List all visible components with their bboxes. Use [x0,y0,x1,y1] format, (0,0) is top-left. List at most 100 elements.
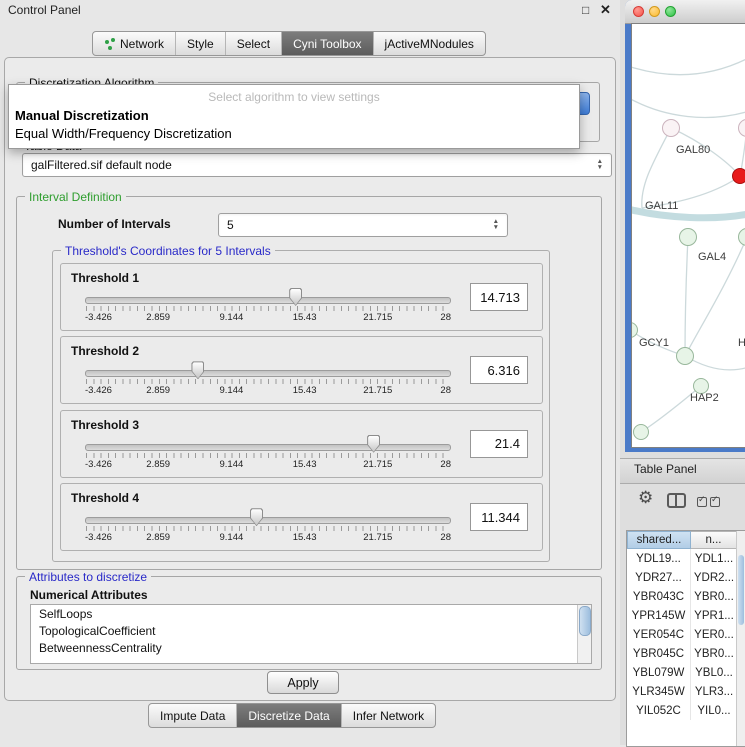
table-cell[interactable]: YBL0... [691,663,737,682]
threshold-value-field[interactable]: 11.344 [470,503,528,531]
table-row[interactable]: YBR045CYBR0... [627,644,737,663]
table-cell[interactable]: YLR345W [627,682,691,701]
slider-track[interactable] [85,297,451,304]
threshold-value-field[interactable]: 14.713 [470,283,528,311]
table-cell[interactable]: YBR045C [627,644,691,663]
network-node[interactable] [679,228,697,246]
minimize-button[interactable] [649,6,660,17]
table-cell[interactable]: YER0... [691,625,737,644]
table-cell[interactable]: YER054C [627,625,691,644]
slider-track[interactable] [85,517,451,524]
table-row[interactable]: YER054CYER0... [627,625,737,644]
scale-label: -3.426 [85,532,112,543]
tab-style[interactable]: Style [175,32,225,55]
column-header[interactable]: n... [691,531,737,549]
gear-icon[interactable] [638,488,653,508]
network-node[interactable] [662,119,680,137]
scale-label: 28 [440,385,451,396]
table-cell[interactable]: YBL079W [627,663,691,682]
table-row[interactable]: YDL19...YDL1... [627,549,737,568]
scale-label: 28 [440,312,451,323]
tab-network[interactable]: Network [93,32,175,55]
popup-option[interactable]: Equal Width/Frequency Discretization [9,125,579,143]
table-cell[interactable]: YPR145W [627,606,691,625]
table-cell[interactable]: YLR3... [691,682,737,701]
tab-jactivemnodules[interactable]: jActiveMNodules [373,32,485,55]
close-icon[interactable]: ✕ [600,2,611,18]
scale-label: 9.144 [220,532,244,543]
zoom-button[interactable] [665,6,676,17]
scale-label: 2.859 [146,532,170,543]
scrollbar-thumb[interactable] [738,555,744,625]
threshold-slider[interactable]: -3.4262.8599.14415.4321.71528 [85,441,451,473]
table-cell[interactable]: YBR0... [691,587,737,606]
list-item[interactable]: BetweennessCentrality [31,639,591,656]
list-scrollbar[interactable] [577,605,591,663]
checkbox-icon[interactable] [710,497,720,507]
table-cell[interactable]: YDR2... [691,568,737,587]
network-node-label: GAL11 [645,200,678,212]
apply-button[interactable]: Apply [267,671,339,694]
table-cell[interactable]: YDL19... [627,549,691,568]
threshold-value-field[interactable]: 21.4 [470,430,528,458]
scale-label: 21.715 [363,532,392,543]
network-canvas[interactable]: GAL80GAL11GAL4GCY1HHAP2 [631,23,745,448]
table-cell[interactable]: YIL0... [691,701,737,720]
network-node[interactable] [676,347,694,365]
table-data-value: galFiltered.sif default node [31,158,172,172]
slider-ticks [86,453,450,458]
network-node-label: GCY1 [639,337,669,349]
scale-label: 2.859 [146,312,170,323]
column-selector-icon[interactable] [667,493,686,508]
table-row[interactable]: YBL079WYBL0... [627,663,737,682]
table-header: shared...n... [627,531,737,549]
threshold-slider[interactable]: -3.4262.8599.14415.4321.71528 [85,514,451,546]
tab-impute-data[interactable]: Impute Data [149,704,236,727]
scale-label: 2.859 [146,385,170,396]
network-node-label: GAL4 [698,251,726,263]
table-data-combo[interactable]: galFiltered.sif default node [22,153,612,177]
number-of-intervals-combo[interactable]: 5 [218,213,508,237]
threshold-value-field[interactable]: 6.316 [470,356,528,384]
table-row[interactable]: YDR27...YDR2... [627,568,737,587]
threshold-slider[interactable]: -3.4262.8599.14415.4321.71528 [85,294,451,326]
table-row[interactable]: YBR043CYBR0... [627,587,737,606]
number-of-intervals-label: Number of Intervals [58,217,171,231]
float-window-icon[interactable]: □ [582,3,589,17]
scale-label: 15.43 [293,532,317,543]
tab-label: Style [187,37,214,51]
table-cell[interactable]: YBR043C [627,587,691,606]
tab-label: Network [120,37,164,51]
scrollbar-thumb[interactable] [579,606,591,636]
network-node[interactable] [633,424,649,440]
column-header[interactable]: shared... [627,531,691,549]
tab-infer-network[interactable]: Infer Network [341,704,435,727]
tab-label: Discretize Data [248,709,329,723]
table-cell[interactable]: YIL052C [627,701,691,720]
table-cell[interactable]: YBR0... [691,644,737,663]
table-cell[interactable]: YDR27... [627,568,691,587]
list-item[interactable]: SelfLoops [31,605,591,622]
threshold-label: Threshold 2 [71,344,139,358]
table-cell[interactable]: YDL1... [691,549,737,568]
slider-track[interactable] [85,444,451,451]
slider-track[interactable] [85,370,451,377]
table-row[interactable]: YPR145WYPR1... [627,606,737,625]
window-title: Control Panel [8,3,81,17]
close-button[interactable] [633,6,644,17]
table-row[interactable]: YIL052CYIL0... [627,701,737,720]
table-scrollbar[interactable] [736,531,745,746]
checkbox-icon[interactable] [697,497,707,507]
threshold-label: Threshold 3 [71,418,139,432]
table-cell[interactable]: YPR1... [691,606,737,625]
threshold-slider[interactable]: -3.4262.8599.14415.4321.71528 [85,367,451,399]
network-node-label: GAL80 [676,144,710,156]
threshold-panel: Threshold 3 -3.4262.8599.14415.4321.71528… [60,410,543,478]
network-node[interactable] [732,168,745,184]
popup-option[interactable]: Manual Discretization [9,107,579,125]
table-row[interactable]: YLR345WYLR3... [627,682,737,701]
list-item[interactable]: TopologicalCoefficient [31,622,591,639]
tab-select[interactable]: Select [225,32,281,55]
tab-discretize-data[interactable]: Discretize Data [236,704,340,727]
tab-cyni-toolbox[interactable]: Cyni Toolbox [281,32,372,55]
